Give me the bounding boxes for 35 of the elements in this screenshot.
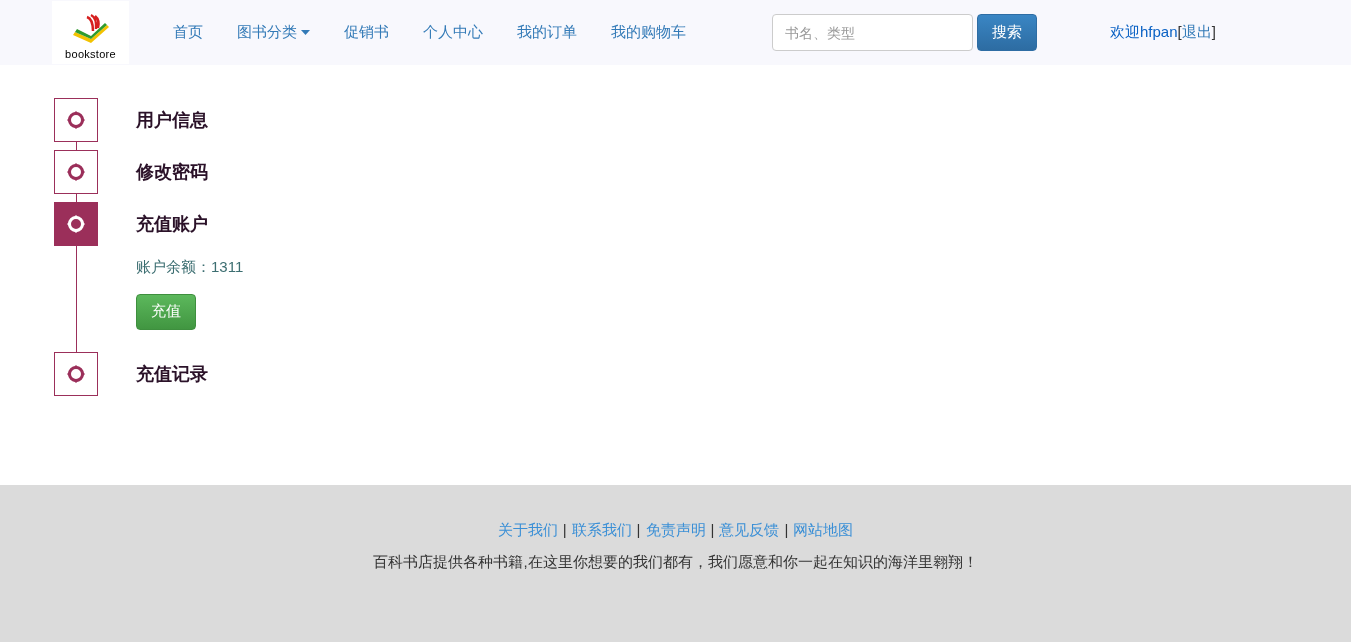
bracket-text: [	[1177, 22, 1182, 43]
separator-text: |	[710, 520, 715, 540]
footer-link[interactable]: 网站地图	[793, 519, 854, 542]
nav-link[interactable]: 个人中心	[406, 21, 500, 44]
search-button[interactable]: 搜索	[977, 14, 1037, 51]
nav-link[interactable]: 图书分类	[220, 21, 327, 44]
balance-text: 账户余额：1311	[136, 257, 244, 277]
bracket-text: ]	[1211, 22, 1216, 43]
section-title[interactable]: 修改密码	[136, 158, 208, 186]
section-title[interactable]: 充值账户	[136, 210, 208, 238]
footer-link[interactable]: 意见反馈	[719, 519, 780, 542]
section-title[interactable]: 充值记录	[136, 360, 208, 388]
nav-link[interactable]: 我的订单	[500, 21, 594, 44]
section-title[interactable]: 用户信息	[136, 106, 208, 134]
separator-text: |	[562, 520, 567, 540]
section-icon-box[interactable]	[54, 150, 98, 194]
nav-link[interactable]: 促销书	[327, 21, 406, 44]
logout-link[interactable]: 退出	[1181, 21, 1212, 44]
tagline-text: 百科书店提供各种书籍,在这里你想要的我们都有，我们愿意和你一起在知识的海洋里翱翔！	[373, 551, 978, 572]
section-icon-box[interactable]	[54, 352, 98, 396]
bookstore-logo[interactable]: bookstore	[52, 1, 129, 64]
search-field[interactable]: 书名、类型	[772, 14, 973, 51]
section-icon-box[interactable]	[54, 98, 98, 142]
caret-icon	[301, 30, 310, 35]
footer-link[interactable]: 关于我们	[497, 519, 558, 542]
footer-link[interactable]: 免责声明	[645, 519, 706, 542]
section-icon-box[interactable]	[54, 202, 98, 246]
logo-text: bookstore	[65, 49, 116, 60]
separator-text: |	[636, 520, 641, 540]
nav-link[interactable]: 首页	[156, 21, 220, 44]
recharge-button[interactable]: 充值	[136, 293, 196, 330]
footer-link[interactable]: 联系我们	[571, 519, 632, 542]
welcome-text: 欢迎hfpan	[1110, 22, 1178, 43]
separator-text: |	[784, 520, 789, 540]
nav-link[interactable]: 我的购物车	[594, 21, 703, 44]
